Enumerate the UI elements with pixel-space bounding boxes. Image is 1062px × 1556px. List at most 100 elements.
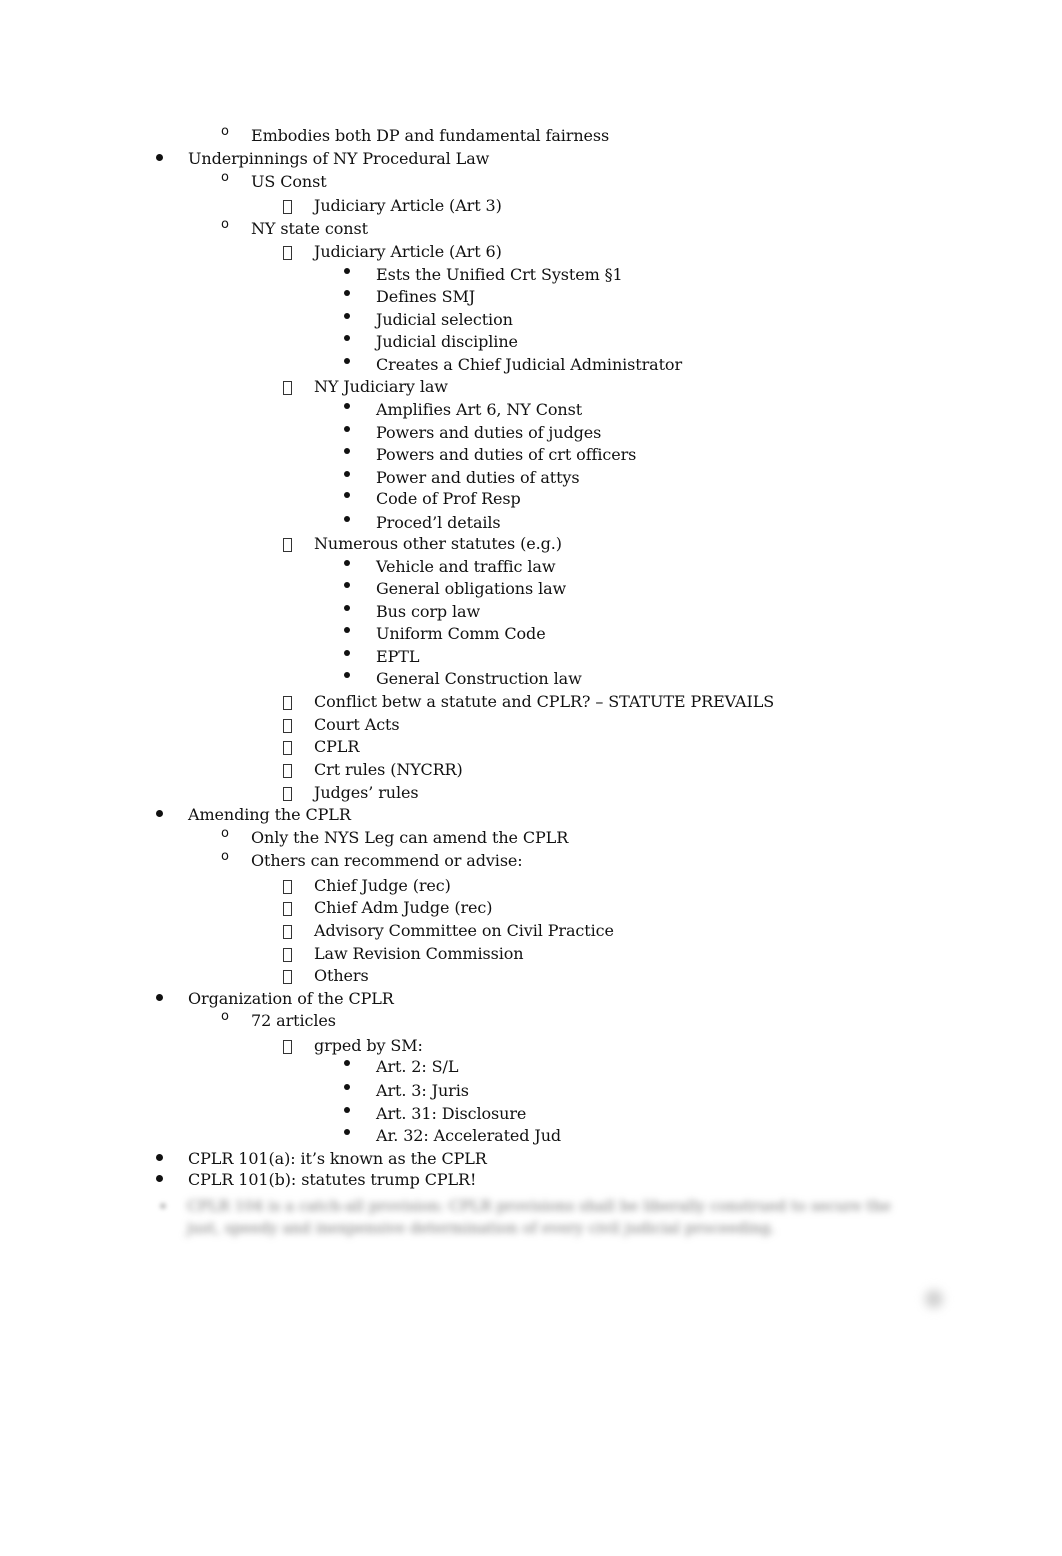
- blurred-bullet-icon: [160, 1203, 166, 1209]
- outline-item-level-4: General Construction law: [0, 668, 1062, 690]
- outline-item-level-4: Uniform Comm Code: [0, 623, 1062, 645]
- outline-item-level-3: Chief Adm Judge (rec): [0, 897, 1062, 919]
- bullet-disc-icon: [344, 582, 350, 588]
- outline-item-text: Amending the CPLR: [188, 805, 351, 824]
- bullet-missing-glyph-icon: [283, 696, 292, 710]
- bullet-disc-icon: [156, 1175, 163, 1182]
- bullet-disc-icon: [344, 1060, 350, 1066]
- outline-item-text: Uniform Comm Code: [376, 624, 546, 643]
- outline-item-text: Only the NYS Leg can amend the CPLR: [251, 828, 569, 847]
- outline-item-level-3: Advisory Committee on Civil Practice: [0, 920, 1062, 942]
- bullet-missing-glyph-icon: [283, 381, 292, 395]
- bullet-disc-icon: [344, 448, 350, 454]
- bullet-missing-glyph-icon: [283, 719, 292, 733]
- page-number-blurred: [925, 1290, 943, 1308]
- outline-item-level-4: Judicial selection: [0, 309, 1062, 331]
- outline-item-text: Advisory Committee on Civil Practice: [314, 921, 614, 940]
- bullet-missing-glyph-icon: [283, 200, 292, 214]
- bullet-missing-glyph-icon: [283, 970, 292, 984]
- outline-item-text: Vehicle and traffic law: [376, 557, 556, 576]
- outline-item-text: Others: [314, 966, 369, 985]
- outline-item-text: Chief Adm Judge (rec): [314, 898, 493, 917]
- outline-item-level-4: Art. 2: S/L: [0, 1056, 1062, 1078]
- bullet-disc-icon: [344, 335, 350, 341]
- bullet-disc-icon: [344, 290, 350, 296]
- outline-item-level-4: EPTL: [0, 646, 1062, 668]
- bullet-disc-icon: [344, 492, 350, 498]
- outline-item-text: Judiciary Article (Art 6): [314, 242, 502, 261]
- bullet-disc-icon: [344, 268, 350, 274]
- outline-item-level-3: Chief Judge (rec): [0, 875, 1062, 897]
- bullet-circle-icon: o: [221, 124, 229, 139]
- outline-item-level-1: Amending the CPLR: [0, 804, 1062, 826]
- outline-item-level-4: Creates a Chief Judicial Administrator: [0, 354, 1062, 376]
- outline-item-level-3: Numerous other statutes (e.g.): [0, 533, 1062, 555]
- outline-item-text: US Const: [251, 172, 327, 191]
- outline-item-text: Art. 31: Disclosure: [376, 1104, 527, 1123]
- bullet-disc-icon: [344, 471, 350, 477]
- bullet-disc-icon: [344, 560, 350, 566]
- outline-item-level-4: Powers and duties of judges: [0, 422, 1062, 444]
- outline-item-level-4: Vehicle and traffic law: [0, 556, 1062, 578]
- outline-item-level-3: Law Revision Commission: [0, 943, 1062, 965]
- bullet-missing-glyph-icon: [283, 246, 292, 260]
- outline-item-text: Law Revision Commission: [314, 944, 524, 963]
- outline-item-text: Bus corp law: [376, 602, 481, 621]
- bullet-missing-glyph-icon: [283, 925, 292, 939]
- outline-item-level-3: Court Acts: [0, 714, 1062, 736]
- bullet-disc-icon: [344, 403, 350, 409]
- outline-item-text: General obligations law: [376, 579, 567, 598]
- outline-item-text: CPLR: [314, 737, 360, 756]
- outline-item-level-3: NY Judiciary law: [0, 376, 1062, 398]
- outline-item-level-3: Judiciary Article (Art 6): [0, 241, 1062, 263]
- outline-item-text: Proced’l details: [376, 513, 501, 532]
- outline-item-text: Creates a Chief Judicial Administrator: [376, 355, 683, 374]
- outline-item-level-4: General obligations law: [0, 578, 1062, 600]
- outline-item-level-4: Judicial discipline: [0, 331, 1062, 353]
- outline-item-text: Conflict betw a statute and CPLR? – STAT…: [314, 692, 775, 711]
- outline-item-level-4: Bus corp law: [0, 601, 1062, 623]
- bullet-disc-icon: [156, 810, 163, 817]
- outline-item-text: Judiciary Article (Art 3): [314, 196, 502, 215]
- outline-item-level-2: o 72 articles: [0, 1009, 1062, 1032]
- outline-item-text: Embodies both DP and fundamental fairnes…: [251, 126, 610, 145]
- blurred-preview-text: CPLR 104 is a catch-all provision: CPLR …: [187, 1197, 891, 1237]
- outline-item-level-2: o Only the NYS Leg can amend the CPLR: [0, 826, 1062, 849]
- outline-item-text: EPTL: [376, 647, 420, 666]
- outline-item-level-4: Power and duties of attys: [0, 467, 1062, 489]
- outline-item-text: Judges’ rules: [314, 783, 419, 802]
- outline-item-text: Amplifies Art 6, NY Const: [376, 400, 583, 419]
- bullet-disc-icon: [344, 1107, 350, 1113]
- bullet-disc-icon: [344, 1129, 350, 1135]
- bullet-disc-icon: [344, 605, 350, 611]
- outline-item-text: Chief Judge (rec): [314, 876, 451, 895]
- outline-item-text: 72 articles: [251, 1011, 336, 1030]
- outline-item-level-4: Proced’l details: [0, 512, 1062, 534]
- bullet-missing-glyph-icon: [283, 948, 292, 962]
- outline-item-text: Code of Prof Resp: [376, 489, 521, 508]
- bullet-missing-glyph-icon: [283, 764, 292, 778]
- outline-item-text: Ar. 32: Accelerated Jud: [376, 1126, 562, 1145]
- outline-item-text: Art. 2: S/L: [376, 1057, 459, 1076]
- outline-item-text: Judicial selection: [376, 310, 513, 329]
- outline-item-level-3: Judges’ rules: [0, 782, 1062, 804]
- outline-item-level-4: Defines SMJ: [0, 286, 1062, 308]
- outline-item-text: Organization of the CPLR: [188, 989, 394, 1008]
- outline-item-level-4: Ests the Unified Crt System §1: [0, 264, 1062, 286]
- outline-item-level-2: o Others can recommend or advise:: [0, 849, 1062, 872]
- outline-item-level-3: grped by SM:: [0, 1035, 1062, 1057]
- outline-item-level-3: Conflict betw a statute and CPLR? – STAT…: [0, 691, 1062, 713]
- outline-item-level-4: Powers and duties of crt officers: [0, 444, 1062, 466]
- bullet-circle-icon: o: [221, 1009, 229, 1024]
- bullet-circle-icon: o: [221, 826, 229, 841]
- outline-item-text: Court Acts: [314, 715, 400, 734]
- bullet-disc-icon: [344, 358, 350, 364]
- outline-item-text: NY state const: [251, 219, 368, 238]
- outline-item-text: Underpinnings of NY Procedural Law: [188, 149, 490, 168]
- bullet-disc-icon: [344, 426, 350, 432]
- outline-item-level-2: o NY state const: [0, 217, 1062, 240]
- bullet-disc-icon: [344, 650, 350, 656]
- outline-item-text: General Construction law: [376, 669, 582, 688]
- bullet-circle-icon: o: [221, 170, 229, 185]
- bullet-disc-icon: [344, 516, 350, 522]
